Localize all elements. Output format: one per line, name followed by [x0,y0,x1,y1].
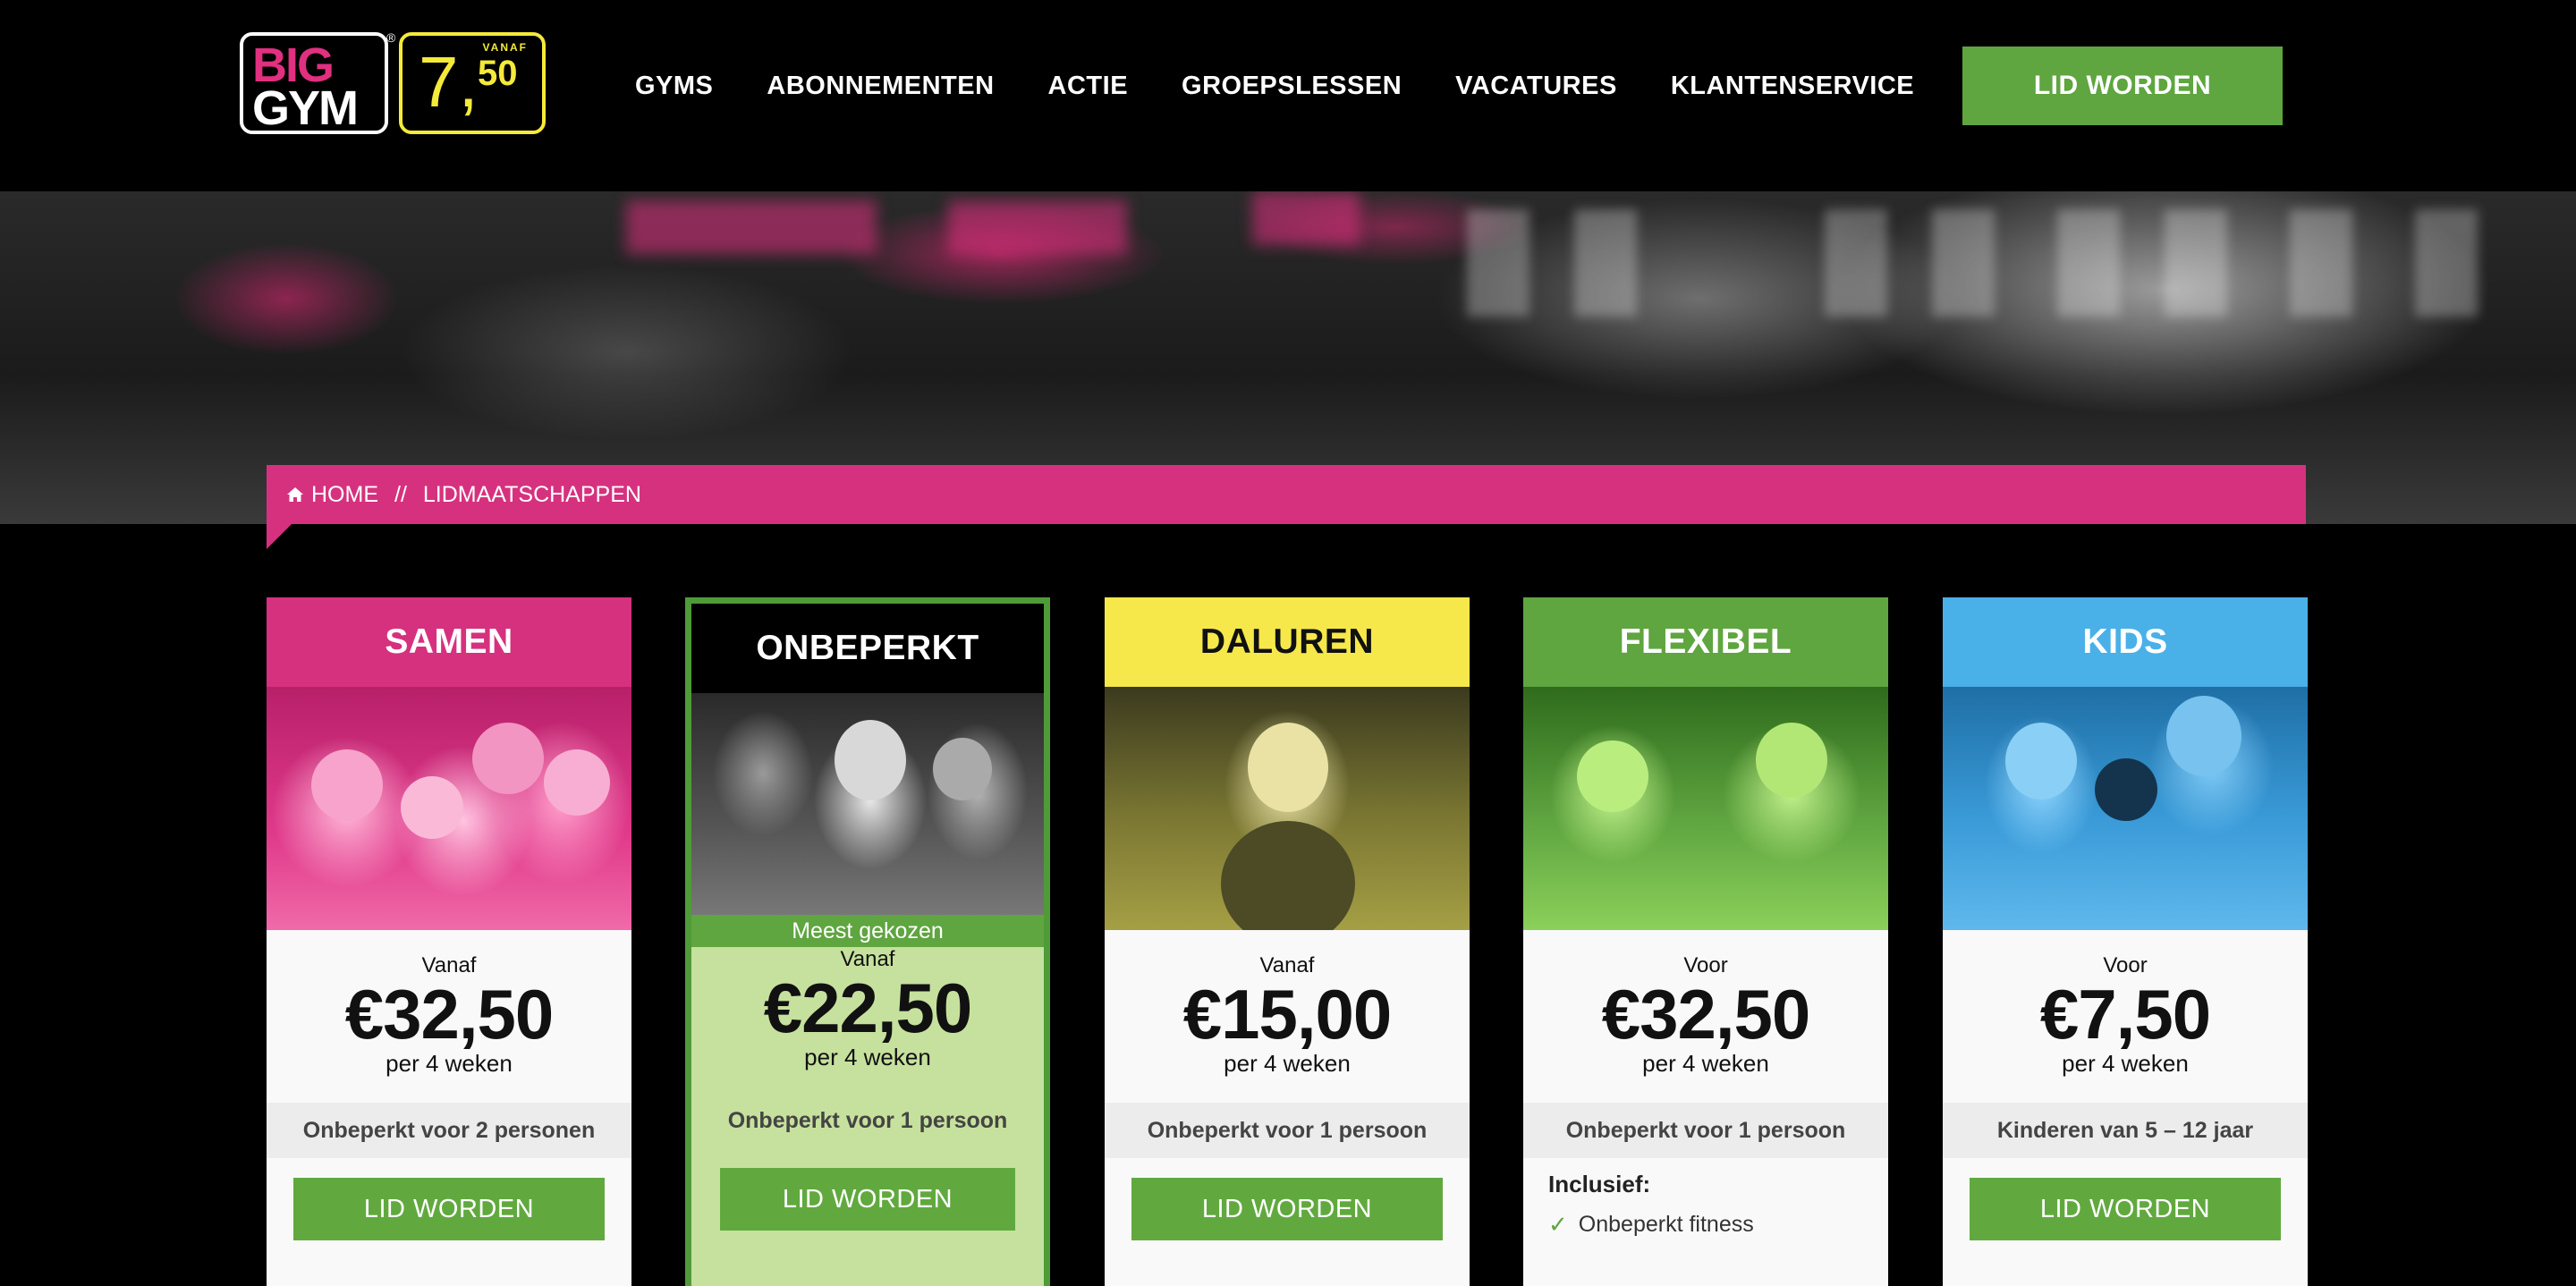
plan-feature: Onbeperkt voor 1 persoon [1105,1103,1470,1158]
includes-item: ✓ Onbeperkt fitness [1523,1198,1888,1239]
person-shape [1756,723,1827,798]
logo-price-cents: 50 [478,54,518,93]
price-prefix: Voor [2103,953,2148,977]
plan-title: KIDS [1943,597,2308,687]
hero-window [2290,209,2352,317]
logo-price-mark: VANAF 7, 50 [399,32,546,134]
plan-card-daluren: DALUREN Vanaf €15,00 per 4 weken Onbeper… [1105,597,1470,1286]
person-shape [2005,723,2077,800]
plan-image-daluren [1105,687,1470,930]
plan-daluren-lid-worden-button[interactable]: LID WORDEN [1131,1178,1443,1240]
person-shape [1577,740,1648,812]
hero-light-pink [948,200,1127,254]
person-shape [472,723,544,794]
hero-window [1574,209,1637,317]
price-period: per 4 weken [1642,1050,1769,1077]
breadcrumb-tail [267,524,292,549]
hero-light-pink [626,200,877,254]
price-period: per 4 weken [386,1050,513,1077]
plan-kids-lid-worden-button[interactable]: LID WORDEN [1970,1178,2281,1240]
plan-title: SAMEN [267,597,631,687]
price-period: per 4 weken [1224,1050,1351,1077]
person-shape [835,720,906,800]
hero-light-pink [1252,191,1360,245]
nav-item-groepslessen[interactable]: GROEPSLESSEN [1182,72,1402,101]
breadcrumb: HOME // LIDMAATSCHAPPEN [267,465,2306,524]
hero-window [2057,209,2120,317]
plan-card-onbeperkt: ONBEPERKT Meest gekozen Vanaf €22,50 per… [685,597,1050,1286]
price-prefix: Voor [1683,953,1728,977]
person-shape [401,776,463,839]
main-nav: GYMS ABONNEMENTEN ACTIE GROEPSLESSEN VAC… [635,64,1914,107]
plan-image-samen [267,687,631,930]
person-shape [2166,696,2241,776]
price-prefix: Vanaf [421,953,477,977]
logo-gym-text: GYM [252,81,359,135]
plan-image-onbeperkt [691,693,1044,915]
biggym-logo[interactable]: BIG GYM ® VANAF 7, 50 [240,30,547,136]
meest-gekozen-badge: Meest gekozen [691,915,1044,947]
plan-price: €32,50 [1601,975,1811,1053]
plan-card-kids: KIDS Voor €7,50 per 4 weken Kinderen van… [1943,597,2308,1286]
person-shape [544,749,610,816]
plan-image-flexibel [1523,687,1888,930]
plan-feature: Onbeperkt voor 1 persoon [727,1107,1008,1133]
nav-item-actie[interactable]: ACTIE [1048,72,1129,101]
logo-registered-mark: ® [386,30,396,45]
logo-price-whole: 7, [419,42,479,122]
includes-item-label: Onbeperkt fitness [1578,1212,1754,1237]
logo-big-gym-mark: BIG GYM ® [240,30,395,135]
plan-feature: Kinderen van 5 – 12 jaar [1943,1103,2308,1158]
breadcrumb-separator: // [394,481,407,507]
plan-card-samen: SAMEN Vanaf €32,50 per 4 weken Onbeperkt… [267,597,631,1286]
breadcrumb-home-link[interactable]: HOME [311,482,378,508]
includes-title: Inclusief: [1548,1171,1651,1197]
hero-window [1467,209,1530,317]
hero-window [2165,209,2227,317]
price-prefix: Vanaf [1259,953,1315,977]
hero-window [2415,209,2478,317]
site-header: BIG GYM ® VANAF 7, 50 GYMS ABONNEMENTEN … [0,0,2576,191]
nav-item-klantenservice[interactable]: KLANTENSERVICE [1671,72,1914,101]
plan-feature: Onbeperkt voor 1 persoon [1523,1103,1888,1158]
price-period: per 4 weken [2062,1050,2189,1077]
nav-item-vacatures[interactable]: VACATURES [1455,72,1617,101]
nav-item-gyms[interactable]: GYMS [635,72,713,101]
plan-image-kids [1943,687,2308,930]
boxing-glove-shape [2095,758,2157,821]
person-shape [1221,821,1355,930]
plan-title: FLEXIBEL [1523,597,1888,687]
plan-feature: Onbeperkt voor 2 personen [267,1103,631,1158]
check-icon: ✓ [1548,1211,1568,1238]
person-shape [933,738,992,800]
plan-price: €32,50 [344,975,555,1053]
plan-title: DALUREN [1105,597,1470,687]
person-shape [1248,723,1328,812]
person-shape [311,749,383,821]
page: BIG GYM ® VANAF 7, 50 GYMS ABONNEMENTEN … [0,0,2576,1286]
plan-card-flexibel: FLEXIBEL Voor €32,50 per 4 weken Onbeper… [1523,597,1888,1286]
price-period: per 4 weken [804,1044,931,1070]
header-lid-worden-button[interactable]: LID WORDEN [1962,47,2283,125]
breadcrumb-current: LIDMAATSCHAPPEN [422,481,641,507]
plan-price: €7,50 [2039,975,2211,1053]
plan-title: ONBEPERKT [691,604,1044,693]
plan-price: €15,00 [1182,975,1393,1053]
nav-item-abonnementen[interactable]: ABONNEMENTEN [767,72,994,101]
home-icon [287,487,303,502]
hero-window [1825,209,1887,317]
plan-onbeperkt-lid-worden-button[interactable]: LID WORDEN [720,1168,1015,1231]
plan-price: €22,50 [763,969,973,1047]
plan-samen-lid-worden-button[interactable]: LID WORDEN [293,1178,605,1240]
logo-vanaf-text: VANAF [482,41,528,54]
hero-window [1932,209,1995,317]
